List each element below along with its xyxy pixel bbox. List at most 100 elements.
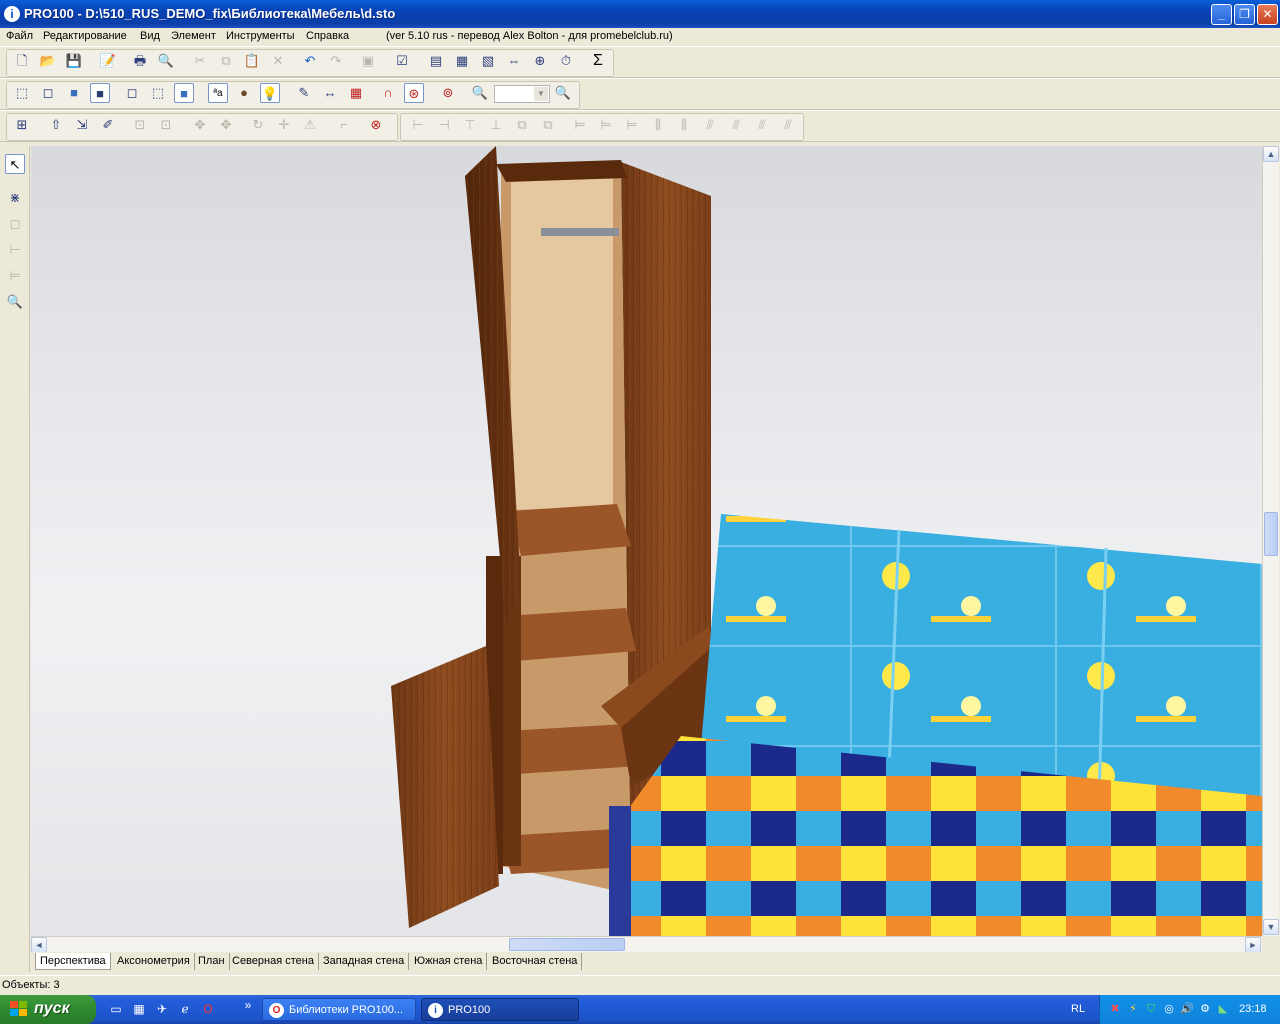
open-icon[interactable]: 📂: [38, 51, 58, 71]
cutlist-icon[interactable]: ▦: [452, 51, 472, 71]
camera-icon[interactable]: ✎: [294, 83, 314, 103]
horizontal-scroll-thumb[interactable]: [509, 938, 625, 951]
tab-axonometry[interactable]: Аксонометрия: [113, 953, 195, 970]
zoom-tool-icon[interactable]: 🔍: [5, 292, 25, 312]
cost-icon[interactable]: ▧: [478, 51, 498, 71]
arrow-up-icon[interactable]: ✥: [190, 115, 210, 135]
shield-icon[interactable]: ⛉: [1144, 1002, 1158, 1016]
minimize-button[interactable]: _: [1211, 4, 1232, 25]
shaded-icon[interactable]: ■: [90, 83, 110, 103]
total-commander-icon[interactable]: ✈: [154, 1001, 170, 1017]
dimension-icon[interactable]: ↔: [320, 83, 340, 103]
start-button[interactable]: пуск: [0, 995, 96, 1024]
align-center-icon[interactable]: ⊣: [434, 115, 454, 135]
copy-icon[interactable]: ⧉: [216, 51, 236, 71]
tab-plan[interactable]: План: [194, 953, 230, 970]
language-indicator[interactable]: RL: [1071, 1003, 1085, 1015]
zoom-icon[interactable]: 🔍: [470, 83, 490, 103]
wireframe-icon[interactable]: ⬚: [12, 83, 32, 103]
tab-south-wall[interactable]: Южная стена: [410, 953, 488, 970]
distribute2-icon[interactable]: ⊨: [596, 115, 616, 135]
distribute3-icon[interactable]: ⊨: [622, 115, 642, 135]
title-bar[interactable]: i PRO100 - D:\510_RUS_DEMO_fix\Библиотек…: [0, 0, 1280, 28]
align-left-icon[interactable]: ⊢: [408, 115, 428, 135]
align-top-icon[interactable]: ⊥: [486, 115, 506, 135]
sum-icon[interactable]: Σ: [588, 51, 608, 71]
distribute8-icon[interactable]: ⫻: [752, 115, 772, 135]
cut-icon[interactable]: ✂: [190, 51, 210, 71]
menu-help[interactable]: Справка: [306, 30, 349, 42]
properties-icon[interactable]: 📝: [98, 51, 118, 71]
magnet-icon[interactable]: ∩: [378, 83, 398, 103]
menu-file[interactable]: Файл: [6, 30, 33, 42]
view-front-icon[interactable]: ◻: [122, 83, 142, 103]
mirror-icon[interactable]: ⚠: [300, 115, 320, 135]
snap-icon[interactable]: ⊛: [404, 83, 424, 103]
light-bulb-icon[interactable]: 💡: [260, 83, 280, 103]
move-icon[interactable]: ⇲: [72, 115, 92, 135]
new-icon[interactable]: 🗋: [12, 51, 32, 71]
tab-north-wall[interactable]: Северная стена: [228, 953, 319, 970]
move-cross-icon[interactable]: ✛: [274, 115, 294, 135]
chevron-down-icon[interactable]: ▼: [534, 87, 548, 101]
outline-icon[interactable]: ◻: [38, 83, 58, 103]
align-right-icon[interactable]: ⊤: [460, 115, 480, 135]
connection-icon[interactable]: ⚙: [1198, 1002, 1212, 1016]
align-middle-icon[interactable]: ⧉: [512, 115, 532, 135]
zoom-combo[interactable]: ▼: [494, 85, 550, 103]
grid-icon[interactable]: ▦: [346, 83, 366, 103]
update-icon[interactable]: ◎: [1162, 1002, 1176, 1016]
quicklaunch-chevron[interactable]: »: [240, 997, 256, 1013]
rotate-icon[interactable]: ✐: [98, 115, 118, 135]
vertical-scroll-thumb[interactable]: [1264, 512, 1278, 556]
scroll-up-button[interactable]: ▲: [1263, 146, 1279, 162]
print-icon[interactable]: 🖶: [130, 51, 150, 71]
move-up-icon[interactable]: ⇧: [46, 115, 66, 135]
target-icon[interactable]: ⊚: [438, 83, 458, 103]
distribute9-icon[interactable]: ⫻: [778, 115, 798, 135]
zoom-out-icon[interactable]: 🔍: [553, 83, 573, 103]
delete-icon[interactable]: ✕: [268, 51, 288, 71]
distribute4-icon[interactable]: ⫼: [648, 115, 668, 135]
close-button[interactable]: ✕: [1257, 4, 1278, 25]
scroll-left-button[interactable]: ◄: [31, 937, 47, 953]
corner-icon[interactable]: ⌐: [334, 115, 354, 135]
paste-icon[interactable]: 📋: [242, 51, 262, 71]
3d-viewport[interactable]: [31, 146, 1262, 936]
view-side-icon[interactable]: ⬚: [148, 83, 168, 103]
media-icon[interactable]: ▦: [131, 1001, 147, 1017]
menu-edit[interactable]: Редактирование: [43, 30, 127, 42]
menu-tools[interactable]: Инструменты: [226, 30, 295, 42]
align-tool-icon[interactable]: ⊨: [5, 266, 25, 286]
task-pro100[interactable]: i PRO100: [421, 998, 579, 1021]
tab-perspective[interactable]: Перспектива: [35, 953, 111, 970]
align-bottom-icon[interactable]: ⧉: [538, 115, 558, 135]
menu-view[interactable]: Вид: [140, 30, 160, 42]
vertical-scrollbar[interactable]: ▲ ▼: [1262, 146, 1279, 936]
distribute6-icon[interactable]: ⫻: [700, 115, 720, 135]
tab-west-wall[interactable]: Западная стена: [319, 953, 410, 970]
price-icon[interactable]: ⊕: [530, 51, 550, 71]
task-libraries[interactable]: O Библиотеки PRO100...: [262, 998, 416, 1021]
opera-quick-icon[interactable]: O: [200, 1001, 216, 1017]
list-icon[interactable]: ☑: [392, 51, 412, 71]
menu-element[interactable]: Элемент: [171, 30, 216, 42]
show-desktop-icon[interactable]: ▭: [108, 1001, 124, 1017]
nvidia-icon[interactable]: ◣: [1216, 1002, 1230, 1016]
volume-icon[interactable]: 🔊: [1180, 1002, 1194, 1016]
scale-icon[interactable]: ⋇: [5, 188, 25, 208]
maximize-button[interactable]: ❐: [1234, 4, 1255, 25]
align-group2-icon[interactable]: ⊡: [156, 115, 176, 135]
sum-icon-alt[interactable]: ⏱: [556, 51, 576, 71]
scroll-right-button[interactable]: ►: [1245, 937, 1261, 953]
dimension-tool-icon[interactable]: ⊢: [5, 240, 25, 260]
pointer-icon[interactable]: ↖: [5, 154, 25, 174]
antivirus-icon[interactable]: ✖: [1108, 1002, 1122, 1016]
stop-icon[interactable]: ⊗: [366, 115, 386, 135]
distribute5-icon[interactable]: ⫼: [674, 115, 694, 135]
scroll-down-button[interactable]: ▼: [1263, 919, 1279, 935]
tab-east-wall[interactable]: Восточная стена: [488, 953, 583, 970]
texture-text-icon[interactable]: ªa: [208, 83, 228, 103]
select-all-icon[interactable]: ⊞: [12, 115, 32, 135]
distribute7-icon[interactable]: ⫻: [726, 115, 746, 135]
